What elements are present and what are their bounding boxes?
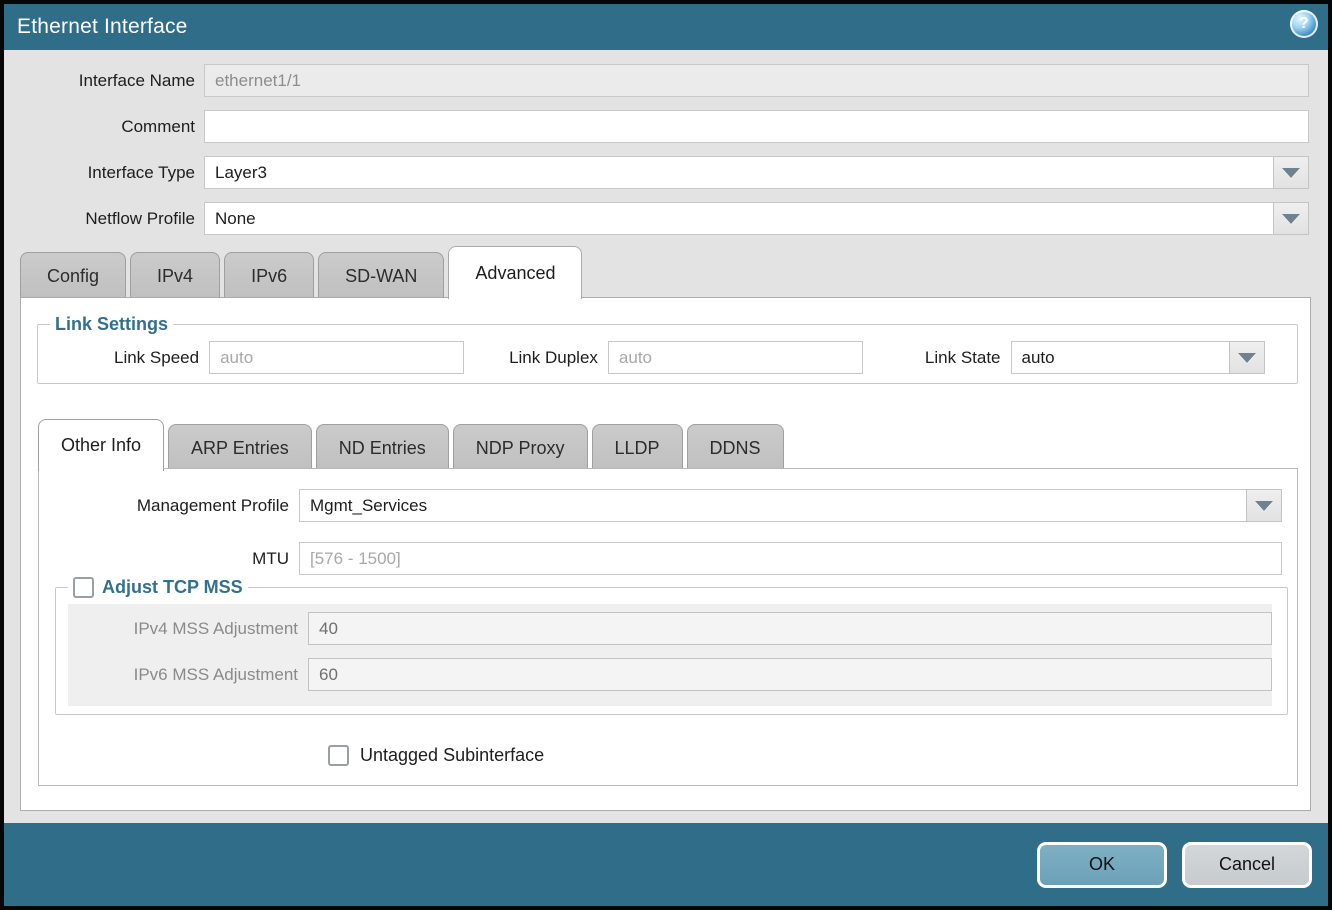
link-state-value[interactable]: [1011, 341, 1229, 374]
link-duplex-label: Link Duplex: [509, 348, 608, 368]
comment-field[interactable]: [204, 110, 1309, 143]
ipv4-mss-field: [308, 612, 1272, 645]
interface-type-dropdown-button[interactable]: [1273, 156, 1309, 189]
ipv6-mss-field: [308, 658, 1272, 691]
chevron-down-icon: [1282, 168, 1300, 178]
advanced-tab-panel: Link Settings Link Speed Link Duplex Lin…: [20, 297, 1311, 811]
adjust-tcp-mss-legend-text: Adjust TCP MSS: [102, 577, 243, 598]
interface-type-label: Interface Type: [4, 163, 204, 183]
help-icon[interactable]: ?: [1290, 10, 1318, 38]
subtab-lldp[interactable]: LLDP: [592, 424, 683, 472]
link-speed-label: Link Speed: [114, 348, 209, 368]
subtab-ddns[interactable]: DDNS: [687, 424, 784, 472]
comment-row: Comment: [4, 110, 1328, 143]
main-tabs: Config IPv4 IPv6 SD-WAN Advanced: [20, 245, 586, 298]
netflow-profile-dropdown[interactable]: [204, 202, 1309, 235]
tab-sd-wan[interactable]: SD-WAN: [318, 252, 444, 300]
tab-advanced[interactable]: Advanced: [448, 246, 582, 299]
ipv6-mss-label: IPv6 MSS Adjustment: [68, 665, 308, 685]
netflow-profile-value[interactable]: [204, 202, 1273, 235]
chevron-down-icon: [1238, 353, 1256, 363]
netflow-profile-label: Netflow Profile: [4, 209, 204, 229]
cancel-button[interactable]: Cancel: [1182, 842, 1312, 888]
interface-name-field: [204, 64, 1309, 97]
subtab-arp-entries[interactable]: ARP Entries: [168, 424, 312, 472]
ethernet-interface-dialog: Ethernet Interface ? Interface Name Comm…: [0, 0, 1332, 910]
chevron-down-icon: [1255, 501, 1273, 511]
link-state-label: Link State: [925, 348, 1011, 368]
dialog-titlebar: Ethernet Interface ?: [4, 4, 1328, 50]
top-form: Interface Name Comment Interface Type Ne…: [4, 64, 1328, 248]
subtab-other-info[interactable]: Other Info: [38, 419, 164, 471]
untagged-subinterface-checkbox[interactable]: [328, 745, 349, 766]
management-profile-dropdown-button[interactable]: [1246, 489, 1282, 522]
ipv6-mss-row: IPv6 MSS Adjustment: [68, 658, 1272, 691]
interface-type-value[interactable]: [204, 156, 1273, 189]
management-profile-dropdown[interactable]: [299, 489, 1282, 522]
dialog-title: Ethernet Interface: [17, 15, 188, 39]
untagged-subinterface-row: Untagged Subinterface: [328, 745, 544, 766]
adjust-tcp-mss-group: Adjust TCP MSS IPv4 MSS Adjustment IPv6 …: [55, 577, 1288, 715]
tab-ipv6[interactable]: IPv6: [224, 252, 314, 300]
interface-type-row: Interface Type: [4, 156, 1328, 189]
untagged-subinterface-label: Untagged Subinterface: [360, 745, 544, 766]
tab-config[interactable]: Config: [20, 252, 126, 300]
sub-tabs: Other Info ARP Entries ND Entries NDP Pr…: [38, 418, 788, 470]
other-info-panel: Management Profile MTU Adjust TCP MSS: [38, 468, 1298, 786]
mtu-label: MTU: [39, 549, 299, 569]
chevron-down-icon: [1282, 214, 1300, 224]
adjust-tcp-mss-legend: Adjust TCP MSS: [68, 577, 248, 598]
tab-ipv4[interactable]: IPv4: [130, 252, 220, 300]
ok-button[interactable]: OK: [1037, 842, 1167, 888]
management-profile-label: Management Profile: [39, 496, 299, 516]
mtu-row: MTU: [39, 542, 1297, 575]
subtab-nd-entries[interactable]: ND Entries: [316, 424, 449, 472]
link-settings-group: Link Settings Link Speed Link Duplex Lin…: [37, 314, 1298, 384]
link-state-dropdown[interactable]: [1011, 341, 1265, 374]
comment-label: Comment: [4, 117, 204, 137]
ipv4-mss-label: IPv4 MSS Adjustment: [68, 619, 308, 639]
link-state-dropdown-button[interactable]: [1229, 341, 1265, 374]
netflow-profile-dropdown-button[interactable]: [1273, 202, 1309, 235]
netflow-profile-row: Netflow Profile: [4, 202, 1328, 235]
ipv4-mss-row: IPv4 MSS Adjustment: [68, 612, 1272, 645]
management-profile-value[interactable]: [299, 489, 1246, 522]
mtu-field[interactable]: [299, 542, 1282, 575]
link-duplex-field[interactable]: [608, 341, 863, 374]
adjust-tcp-mss-checkbox[interactable]: [73, 577, 94, 598]
interface-name-row: Interface Name: [4, 64, 1328, 97]
link-settings-legend: Link Settings: [50, 314, 173, 335]
management-profile-row: Management Profile: [39, 489, 1297, 522]
link-speed-field[interactable]: [209, 341, 464, 374]
interface-name-label: Interface Name: [4, 71, 204, 91]
dialog-footer: OK Cancel: [4, 823, 1328, 906]
subtab-ndp-proxy[interactable]: NDP Proxy: [453, 424, 588, 472]
interface-type-dropdown[interactable]: [204, 156, 1309, 189]
mss-disabled-area: IPv4 MSS Adjustment IPv6 MSS Adjustment: [68, 604, 1272, 706]
